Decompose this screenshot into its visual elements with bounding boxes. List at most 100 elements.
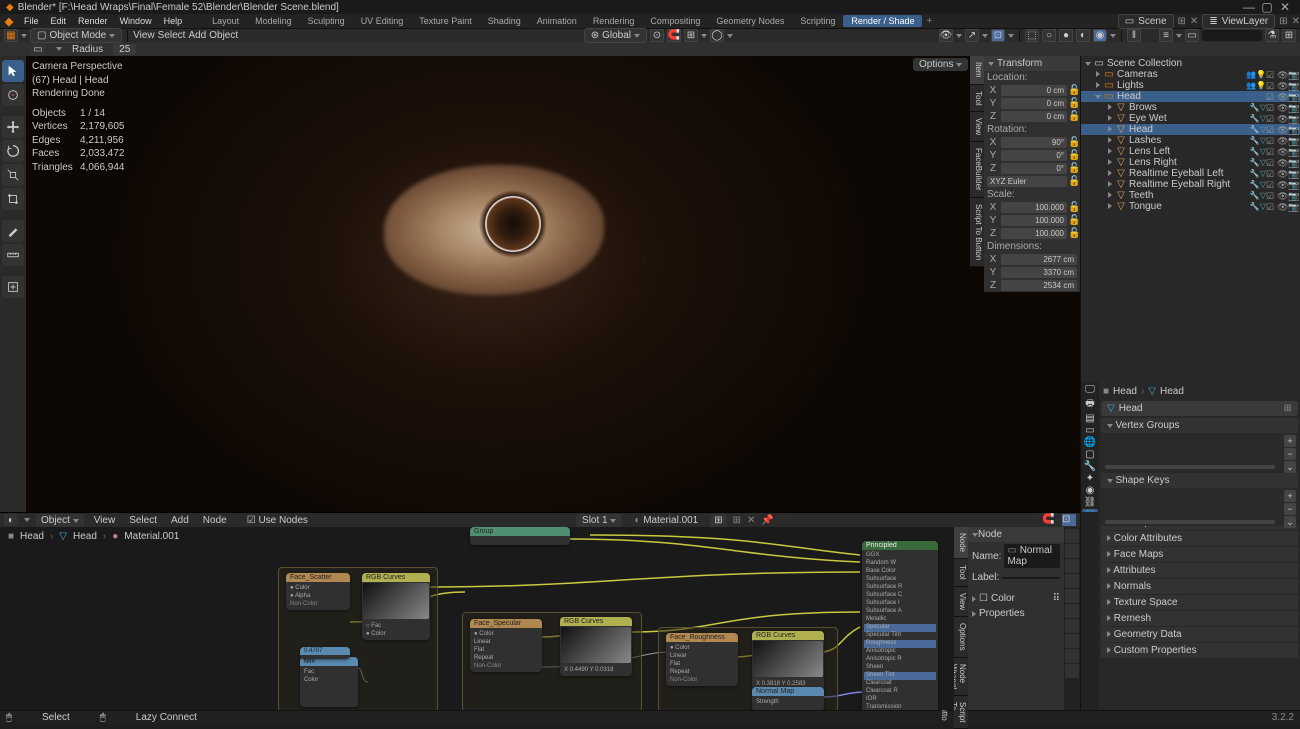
mat-users-button[interactable]: ⊞ — [710, 514, 726, 527]
exclude-icon[interactable]: ☑ — [1266, 81, 1276, 91]
vg-specials-button[interactable]: ⌄ — [1284, 461, 1296, 473]
node-menu-add[interactable]: Add — [167, 515, 193, 526]
exclude-icon[interactable]: ☑ — [1266, 180, 1276, 190]
exclude-icon[interactable]: ☑ — [1266, 125, 1276, 135]
workspace-sculpting[interactable]: Sculpting — [300, 15, 353, 27]
workspace-scripting[interactable]: Scripting — [792, 15, 843, 27]
exclude-icon[interactable]: ☑ — [1266, 191, 1276, 201]
ni-10[interactable] — [1065, 664, 1079, 678]
tab-facebuilder[interactable]: FaceBuilder — [970, 142, 984, 198]
node-overlay-button[interactable]: ⊡ — [1062, 514, 1076, 526]
shading-wire-button[interactable]: ○ — [1042, 29, 1056, 42]
ntab-view[interactable]: View — [954, 587, 968, 617]
workspace-shading[interactable]: Shading — [480, 15, 529, 27]
lock-icon[interactable]: 🔓 — [1068, 85, 1078, 96]
ni-4[interactable] — [1065, 574, 1079, 588]
ntab-options[interactable]: Options — [954, 617, 968, 658]
tool-annotate[interactable] — [2, 220, 24, 242]
loc-y[interactable]: 0 cm — [1001, 98, 1067, 109]
close-button[interactable]: ✕ — [1276, 0, 1294, 14]
menu-file[interactable]: File — [18, 16, 45, 26]
workspace-animation[interactable]: Animation — [529, 15, 585, 27]
outliner-item-cameras[interactable]: ▭Cameras👥💡☑👁📷 — [1081, 69, 1300, 80]
minimize-button[interactable]: — — [1240, 0, 1258, 14]
scene-selector[interactable]: ▭Scene — [1118, 14, 1174, 29]
mat-pin-button[interactable]: 📌 — [761, 515, 773, 526]
ni-6[interactable] — [1065, 604, 1079, 618]
section-attributes[interactable]: Attributes — [1101, 563, 1298, 578]
workspace-texpaint[interactable]: Texture Paint — [411, 15, 480, 27]
outliner-item-lens-right[interactable]: ▽Lens Right🔧▽☑👁📷 — [1081, 157, 1300, 168]
snap-button[interactable]: 🧲 — [667, 29, 681, 42]
ntab-tool[interactable]: Tool — [954, 559, 968, 587]
outliner-root[interactable]: ▭Scene Collection — [1081, 58, 1300, 69]
node-label-input[interactable] — [1002, 577, 1060, 579]
scene-new-button[interactable]: ⊞ — [1178, 16, 1186, 27]
ni-8[interactable] — [1065, 634, 1079, 648]
sk-remove-button[interactable]: − — [1284, 503, 1296, 515]
ptab-modifier[interactable]: 🔧 — [1082, 461, 1098, 472]
section-facemaps[interactable]: Face Maps — [1101, 547, 1298, 562]
shading-matprev-button[interactable]: ◐ — [1076, 29, 1090, 42]
camera-icon[interactable]: 📷 — [1288, 114, 1298, 124]
tool-add[interactable] — [2, 276, 24, 298]
node-group-top[interactable]: Group — [470, 527, 570, 545]
outliner-item-tongue[interactable]: ▽Tongue🔧▽☑👁📷 — [1081, 201, 1300, 212]
workspace-rendershade[interactable]: Render / Shade — [843, 15, 922, 27]
camera-icon[interactable]: 📷 — [1288, 125, 1298, 135]
maximize-button[interactable]: ▢ — [1258, 0, 1276, 14]
section-texspace[interactable]: Texture Space — [1101, 595, 1298, 610]
node-name-input[interactable]: ▭ Normal Map — [1004, 544, 1060, 568]
outliner-item-lights[interactable]: ▭Lights👥💡☑👁📷 — [1081, 80, 1300, 91]
tool-select[interactable] — [2, 60, 24, 82]
ptab-world[interactable]: 🌐 — [1082, 437, 1098, 448]
menu-help[interactable]: Help — [158, 16, 189, 26]
shading-solid-button[interactable]: ● — [1059, 29, 1073, 42]
node-snap-button[interactable]: 🧲 — [1042, 514, 1056, 526]
node-image-texture-2[interactable]: Face_Specular ● ColorLinearFlatRepeatNon… — [470, 619, 542, 672]
section-shapekeys[interactable]: Shape Keys — [1101, 473, 1298, 488]
viewlayer-delete-button[interactable]: ✕ — [1292, 16, 1300, 27]
rot-y[interactable]: 0° — [1001, 150, 1067, 161]
scl-y[interactable]: 100.000 — [1001, 215, 1067, 226]
outliner-display-mode[interactable]: ▭ — [1185, 29, 1199, 42]
outliner-item-eye-wet[interactable]: ▽Eye Wet🔧▽☑👁📷 — [1081, 113, 1300, 124]
xray-button[interactable]: ⬚ — [1025, 29, 1039, 42]
view3d-menu-view[interactable]: View — [133, 30, 155, 41]
tab-view[interactable]: View — [970, 112, 984, 142]
tool-scale[interactable] — [2, 164, 24, 186]
mat-new-button[interactable]: ⊞ — [733, 515, 741, 526]
overlay-button[interactable]: ⊡ — [991, 29, 1005, 42]
node-rgb-curves-1[interactable]: RGB Curves ○ Fac● Color — [362, 573, 430, 640]
outliner-item-realtime-eyeball-left[interactable]: ▽Realtime Eyeball Left🔧▽☑👁📷 — [1081, 168, 1300, 179]
camera-icon[interactable]: 📷 — [1288, 180, 1298, 190]
eye-icon[interactable]: 👁 — [1277, 202, 1287, 212]
camera-icon[interactable]: 📷 — [1288, 202, 1298, 212]
camera-icon[interactable]: 📷 — [1288, 92, 1298, 102]
exclude-icon[interactable]: ☑ — [1266, 103, 1276, 113]
eye-icon[interactable]: 👁 — [1277, 147, 1287, 157]
workspace-geonodes[interactable]: Geometry Nodes — [708, 15, 792, 27]
eye-icon[interactable]: 👁 — [1277, 169, 1287, 179]
slot-selector[interactable]: Slot 1 — [576, 514, 622, 527]
section-remesh[interactable]: Remesh — [1101, 611, 1298, 626]
tool-rotate[interactable] — [2, 140, 24, 162]
node-rgb-curves-3[interactable]: RGB Curves X 0.3818 Y 0.2583 — [752, 631, 824, 690]
view3d-menu-select[interactable]: Select — [158, 30, 186, 41]
tool-cursor[interactable] — [2, 84, 24, 106]
render-pause-button[interactable]: ‖ — [1127, 29, 1141, 42]
workspace-modeling[interactable]: Modeling — [247, 15, 300, 27]
vg-slider[interactable] — [1105, 465, 1275, 469]
viewlayer-selector[interactable]: ≣ViewLayer — [1202, 14, 1275, 29]
eye-icon[interactable]: 👁 — [1277, 92, 1287, 102]
workspace-rendering[interactable]: Rendering — [585, 15, 643, 27]
section-colorattr[interactable]: Color Attributes — [1101, 531, 1298, 546]
node-value-1[interactable]: 0.4707 — [300, 647, 350, 659]
visibility-button[interactable]: 👁 — [939, 29, 953, 42]
scl-x[interactable]: 100.000 — [1001, 202, 1067, 213]
loc-z[interactable]: 0 cm — [1001, 111, 1067, 122]
use-nodes-checkbox[interactable]: ☑ Use Nodes — [247, 515, 308, 526]
eye-icon[interactable]: 👁 — [1277, 180, 1287, 190]
exclude-icon[interactable]: ☑ — [1266, 136, 1276, 146]
node-editor-type[interactable]: ◐ — [4, 514, 18, 526]
